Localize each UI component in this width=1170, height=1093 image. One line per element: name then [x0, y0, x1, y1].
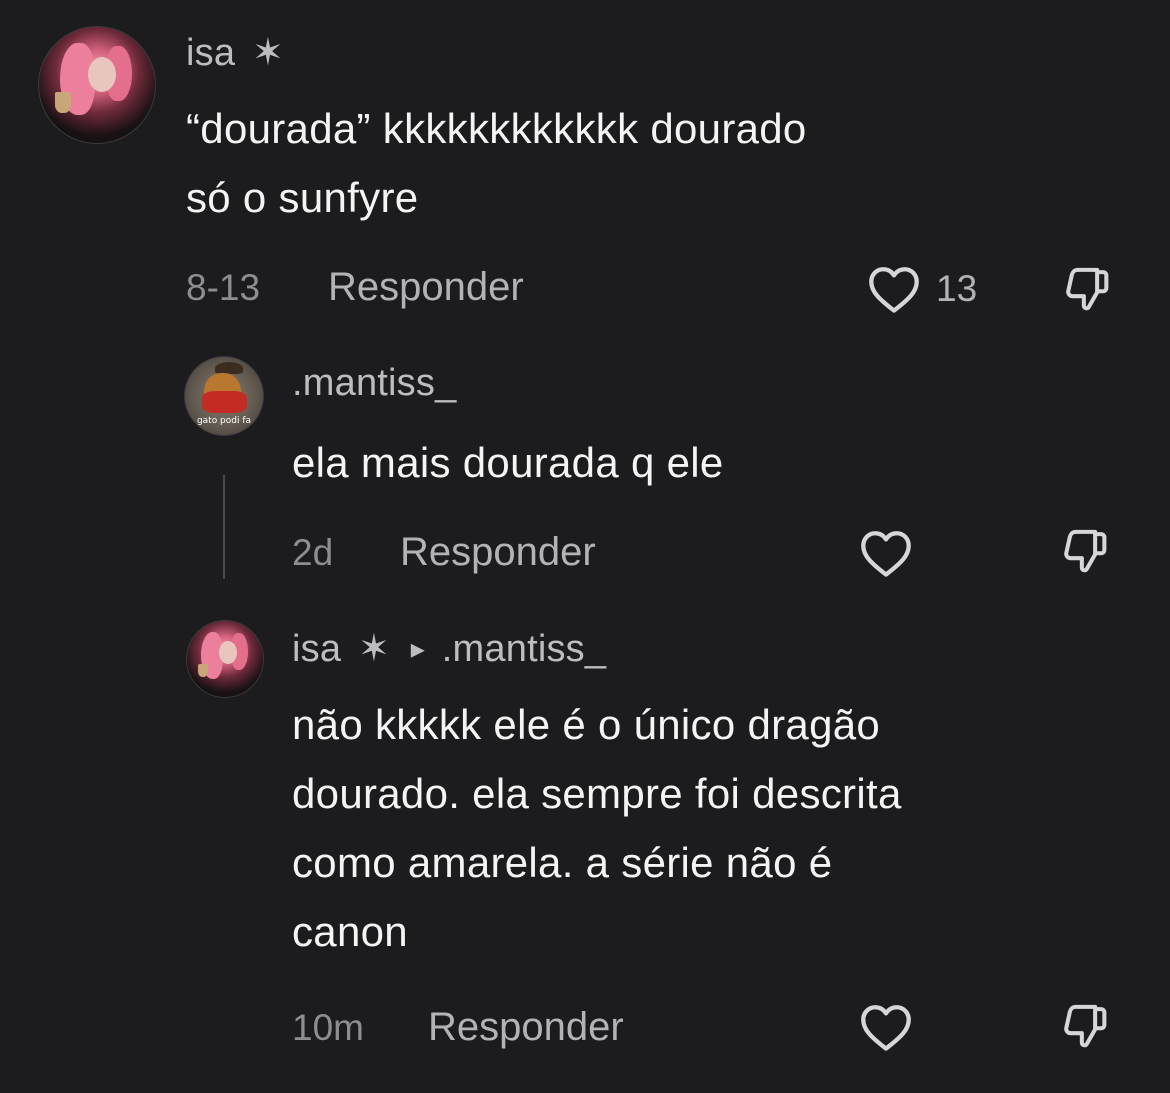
comment-3-author: isa ✶ ▸ .mantiss_ [292, 626, 606, 671]
comment-3-time: 10m [292, 1007, 364, 1048]
reply-button[interactable]: Responder [400, 530, 596, 575]
comment-3-text: não kkkkk ele é o único dragão dourado. … [292, 690, 902, 966]
username[interactable]: isa [186, 32, 235, 74]
comment-text-line: não kkkkk ele é o único dragão [292, 701, 881, 748]
comment-text-line: só o sunfyre [186, 174, 419, 221]
comment-text-line: ela mais dourada q ele [292, 439, 724, 486]
reply-button[interactable]: Responder [328, 265, 524, 310]
reply-arrow-icon: ▸ [410, 633, 426, 664]
comment-2-time: 2d [292, 532, 334, 573]
avatar-caption: gato podi fa [196, 415, 252, 426]
username[interactable]: .mantiss_ [292, 362, 456, 405]
star-icon: ✶ [251, 32, 284, 74]
reply-button[interactable]: Responder [428, 1005, 624, 1050]
reply-to-username[interactable]: .mantiss_ [442, 628, 606, 670]
comment-text-line: como amarela. a série não é [292, 839, 833, 886]
username[interactable]: isa [292, 628, 341, 670]
comment-text-line: “dourada” kkkkkkkkkkkk dourado [186, 105, 807, 152]
comment-1-time: 8-13 [186, 267, 261, 308]
comment-1-text: “dourada” kkkkkkkkkkkk dourado só o sunf… [186, 94, 807, 232]
comment-text-line: dourado. ela sempre foi descrita [292, 770, 902, 817]
thread-line [223, 475, 225, 579]
avatar-isa[interactable] [38, 26, 156, 144]
dislike-icon[interactable] [1056, 999, 1114, 1053]
avatar-isa[interactable] [186, 620, 264, 698]
star-icon: ✶ [357, 628, 390, 670]
dislike-icon[interactable] [1056, 524, 1114, 578]
like-count: 13 [936, 268, 978, 309]
comment-1-author[interactable]: isa ✶ [186, 30, 284, 75]
heart-icon[interactable] [858, 528, 914, 578]
dislike-icon[interactable] [1058, 262, 1116, 316]
heart-icon[interactable] [866, 264, 922, 314]
comment-text-line: canon [292, 908, 408, 955]
heart-icon[interactable] [858, 1002, 914, 1052]
avatar-mantiss[interactable]: gato podi fa [184, 356, 264, 436]
comment-2-text: ela mais dourada q ele [292, 428, 724, 497]
